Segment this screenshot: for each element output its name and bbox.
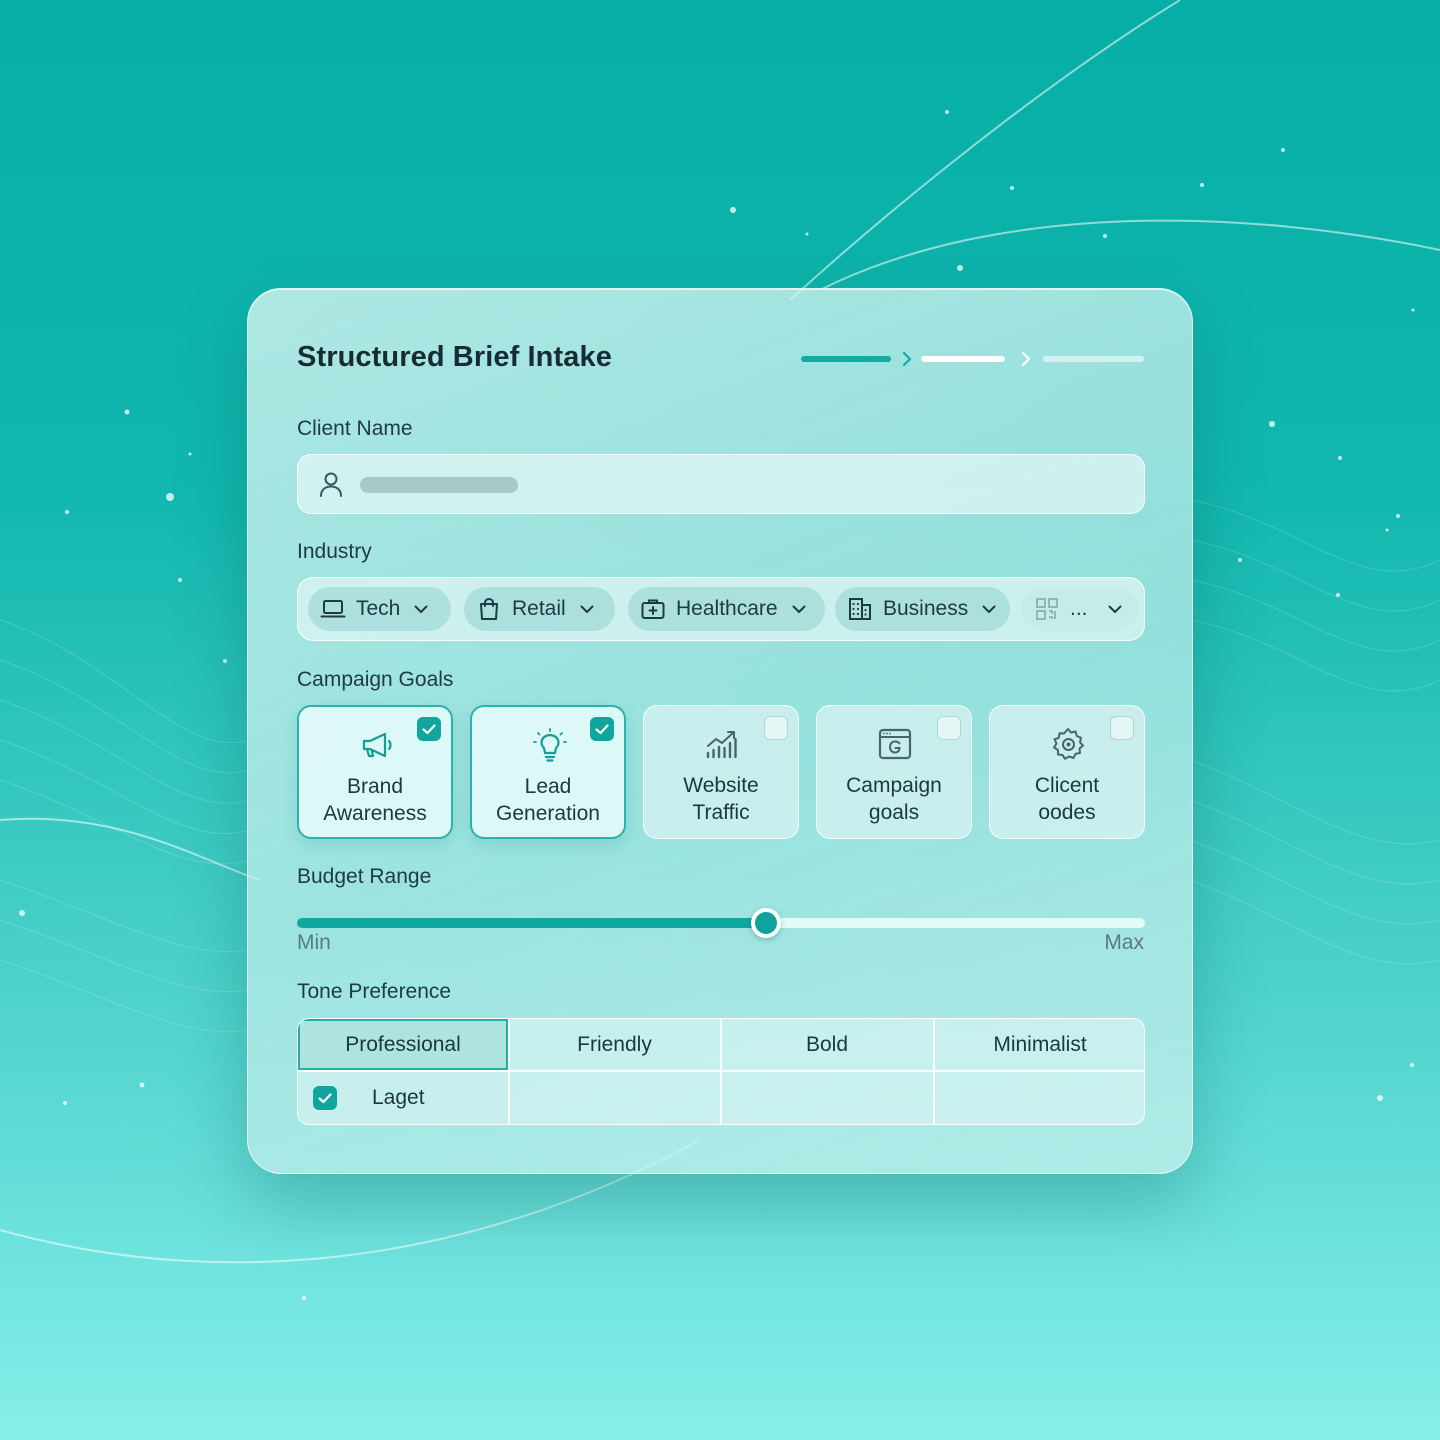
chip-label: Business bbox=[883, 597, 969, 620]
chevron-down-icon bbox=[580, 605, 594, 613]
brief-intake-card: Structured Brief Intake Client Name Indu… bbox=[247, 288, 1193, 1174]
goal-label: Lead Generation bbox=[496, 775, 600, 825]
tone-preference-label: Tone Preference bbox=[297, 980, 452, 1003]
goal-card-lead-generation[interactable]: Lead Generation bbox=[470, 705, 626, 839]
industry-chip-healthcare[interactable]: Healthcare bbox=[628, 587, 825, 631]
input-placeholder-bar bbox=[360, 477, 518, 493]
chip-label: Retail bbox=[512, 597, 566, 620]
industry-chip-business[interactable]: Business bbox=[835, 587, 1010, 631]
goal-checkbox[interactable] bbox=[590, 717, 614, 741]
row-checkbox[interactable] bbox=[313, 1086, 337, 1110]
chevron-right-icon bbox=[1021, 351, 1031, 367]
progress-stepper bbox=[801, 349, 1144, 369]
qr-code-icon bbox=[1036, 598, 1058, 620]
industry-chip-more[interactable]: ... bbox=[1022, 587, 1138, 631]
industry-selector: Tech Retail Healthcare Business ... bbox=[297, 577, 1145, 641]
industry-label: Industry bbox=[297, 540, 372, 563]
medical-kit-icon bbox=[641, 599, 665, 619]
chip-label: ... bbox=[1070, 597, 1088, 620]
industry-chip-retail[interactable]: Retail bbox=[464, 587, 615, 631]
budget-min-label: Min bbox=[297, 931, 331, 954]
campaign-goals-label: Campaign Goals bbox=[297, 668, 454, 691]
browser-window-icon bbox=[878, 728, 912, 760]
chevron-down-icon bbox=[1108, 605, 1122, 613]
chevron-down-icon bbox=[982, 605, 996, 613]
laptop-icon bbox=[320, 600, 346, 618]
checkmark-icon bbox=[422, 724, 436, 735]
budget-range-label: Budget Range bbox=[297, 865, 432, 888]
slider-fill bbox=[297, 918, 766, 928]
industry-chip-tech[interactable]: Tech bbox=[308, 587, 451, 631]
shopping-bag-icon bbox=[480, 597, 498, 620]
goal-label: Clicent oodes bbox=[1034, 774, 1100, 824]
goal-card-campaign-goals[interactable]: Campaign goals bbox=[816, 705, 972, 839]
budget-slider[interactable] bbox=[297, 908, 1145, 938]
chip-label: Tech bbox=[356, 597, 401, 620]
goal-checkbox[interactable] bbox=[417, 717, 441, 741]
chip-label: Healthcare bbox=[676, 597, 778, 620]
goal-card-brand-awareness[interactable]: Brand Awareness bbox=[297, 705, 453, 839]
goal-label: Campaign goals bbox=[846, 774, 942, 824]
building-icon bbox=[849, 598, 871, 620]
checkmark-icon bbox=[318, 1093, 332, 1104]
user-icon bbox=[320, 472, 342, 497]
slider-thumb[interactable] bbox=[750, 908, 781, 938]
chevron-down-icon bbox=[792, 605, 806, 613]
step-3-indicator[interactable] bbox=[1043, 356, 1144, 362]
chart-growth-icon bbox=[706, 731, 737, 759]
step-2-indicator[interactable] bbox=[921, 356, 1005, 362]
tone-option-bold[interactable]: Bold bbox=[721, 1019, 933, 1070]
row-label: Laget bbox=[372, 1086, 425, 1109]
goal-checkbox[interactable] bbox=[1110, 716, 1134, 740]
tone-preference-table: Professional Friendly Bold Minimalist La… bbox=[297, 1018, 1145, 1125]
tone-option-minimalist[interactable]: Minimalist bbox=[934, 1019, 1144, 1070]
chevron-right-icon bbox=[902, 351, 912, 367]
tone-option-professional[interactable]: Professional bbox=[298, 1019, 508, 1070]
step-1-indicator[interactable] bbox=[801, 356, 891, 362]
client-name-label: Client Name bbox=[297, 417, 413, 440]
goal-checkbox[interactable] bbox=[764, 716, 788, 740]
client-name-input[interactable] bbox=[297, 454, 1145, 514]
megaphone-icon bbox=[362, 732, 392, 758]
budget-max-label: Max bbox=[1104, 931, 1144, 954]
lightbulb-icon bbox=[533, 728, 567, 762]
form-title: Structured Brief Intake bbox=[297, 341, 612, 373]
goal-label: Website Traffic bbox=[683, 774, 759, 824]
goal-card-website-traffic[interactable]: Website Traffic bbox=[643, 705, 799, 839]
checkmark-icon bbox=[595, 724, 609, 735]
gear-icon bbox=[1053, 728, 1084, 760]
tone-option-friendly[interactable]: Friendly bbox=[509, 1019, 720, 1070]
chevron-down-icon bbox=[414, 605, 428, 613]
goal-checkbox[interactable] bbox=[937, 716, 961, 740]
goal-card-client-codes[interactable]: Clicent oodes bbox=[989, 705, 1145, 839]
goal-label: Brand Awareness bbox=[323, 775, 427, 825]
